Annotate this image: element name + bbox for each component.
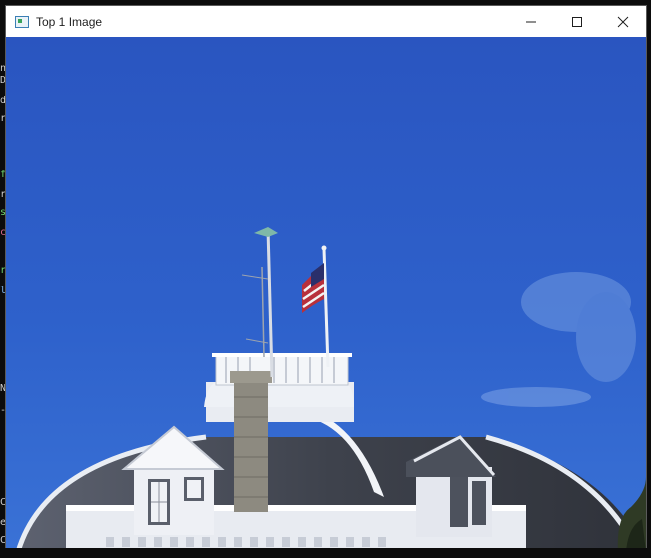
image-viewer-window: Top 1 Image: [6, 6, 646, 552]
image-display: [6, 37, 646, 552]
title-bar[interactable]: Top 1 Image: [6, 6, 646, 37]
maximize-icon: [572, 16, 582, 27]
close-icon: [617, 16, 629, 27]
background-terminal-line: [0, 548, 651, 558]
app-icon: [15, 15, 29, 28]
window-title: Top 1 Image: [36, 14, 103, 29]
minimize-button[interactable]: [508, 6, 554, 37]
minimize-icon: [526, 21, 536, 22]
maximize-button[interactable]: [554, 6, 600, 37]
chimney: [230, 371, 272, 512]
close-button[interactable]: [600, 6, 646, 37]
cupola: [204, 353, 354, 422]
displayed-photo: [6, 37, 646, 552]
